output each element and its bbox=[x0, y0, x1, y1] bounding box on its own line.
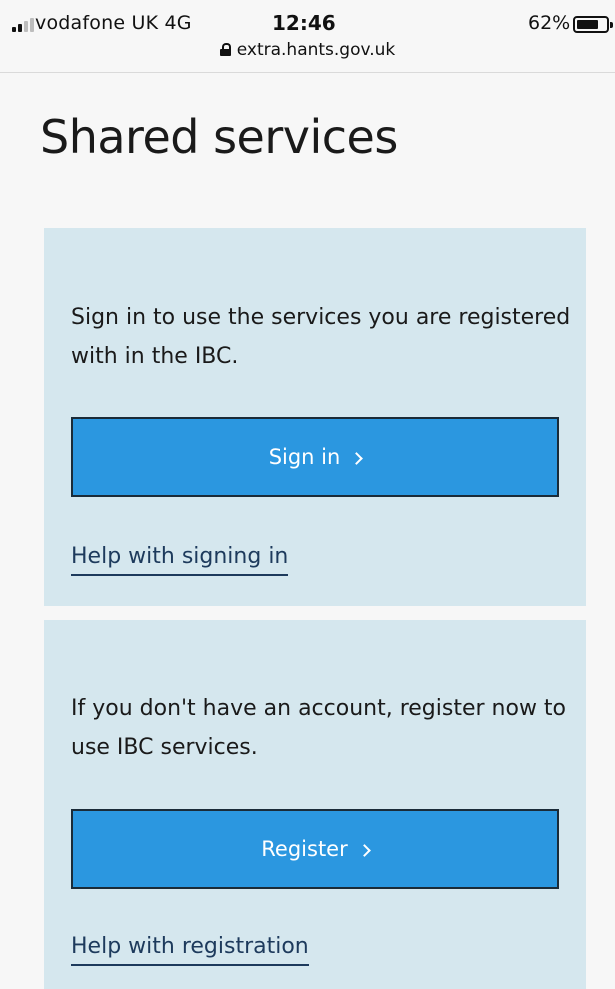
register-button-label: Register bbox=[261, 837, 348, 861]
carrier-label: vodafone UK 4G bbox=[35, 12, 192, 34]
lock-icon bbox=[219, 43, 231, 56]
battery-percent: 62% bbox=[528, 12, 571, 34]
chevron-right-icon bbox=[350, 451, 364, 465]
help-registration-link[interactable]: Help with registration bbox=[71, 934, 309, 966]
page-title: Shared services bbox=[40, 110, 398, 164]
register-description: If you don't have an account, register n… bbox=[71, 696, 567, 760]
battery-icon bbox=[573, 16, 613, 33]
chevron-right-icon bbox=[357, 843, 371, 857]
sign-in-button-label: Sign in bbox=[268, 445, 341, 469]
register-button[interactable]: Register bbox=[71, 809, 559, 889]
help-signing-in-link[interactable]: Help with signing in bbox=[71, 544, 289, 576]
status-bar: vodafone UK 4G 12:46 62% extra.hants.gov… bbox=[0, 0, 615, 73]
signal-icon bbox=[12, 18, 34, 32]
clock: 12:46 bbox=[272, 11, 336, 35]
register-panel: If you don't have an account, register n… bbox=[44, 620, 586, 989]
sign-in-description: Sign in to use the services you are regi… bbox=[71, 305, 571, 369]
url-text: extra.hants.gov.uk bbox=[236, 40, 396, 60]
sign-in-button[interactable]: Sign in bbox=[71, 417, 559, 497]
address-bar[interactable]: extra.hants.gov.uk bbox=[0, 40, 615, 60]
sign-in-panel: Sign in to use the services you are regi… bbox=[44, 228, 586, 606]
